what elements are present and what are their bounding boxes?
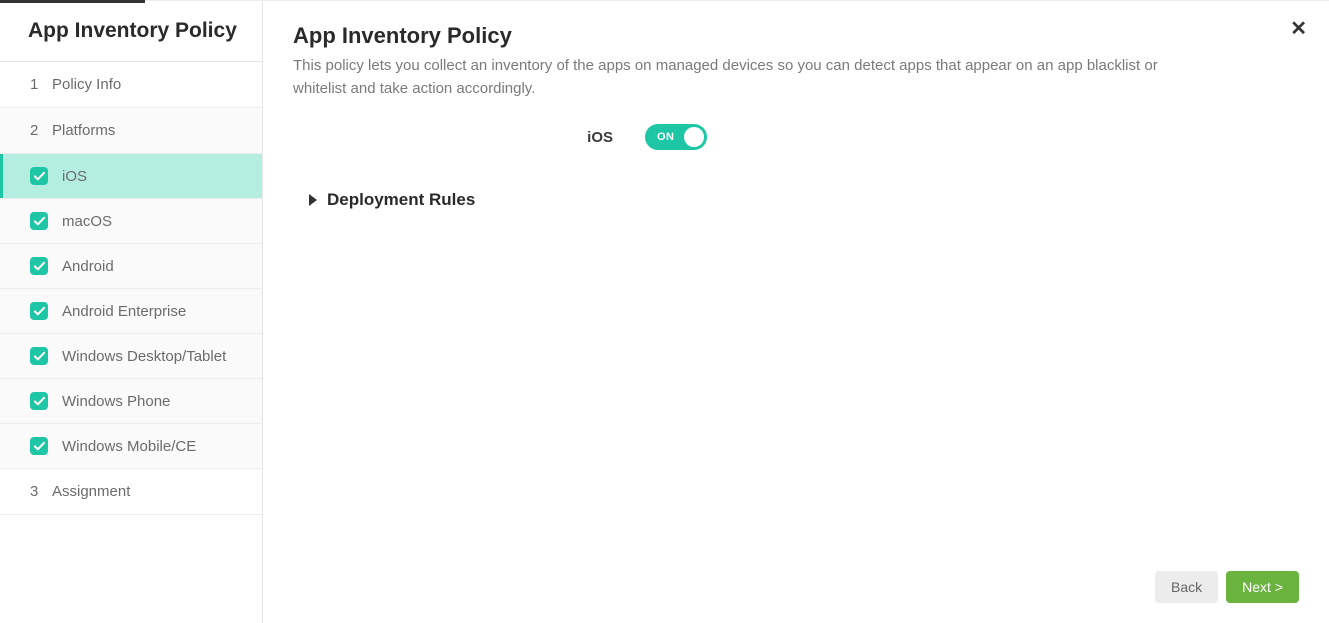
step-number: 3 xyxy=(30,483,42,500)
platform-label: Android Enterprise xyxy=(62,303,186,320)
platform-item-windows-desktop-tablet[interactable]: Windows Desktop/Tablet xyxy=(0,334,262,379)
step-policy-info[interactable]: 1 Policy Info xyxy=(0,62,262,108)
platform-label: Android xyxy=(62,258,114,275)
deployment-rules-toggle[interactable]: Deployment Rules xyxy=(309,190,1299,210)
platform-item-ios[interactable]: iOS xyxy=(0,154,262,199)
platform-item-macos[interactable]: macOS xyxy=(0,199,262,244)
step-label: Assignment xyxy=(52,483,130,500)
platform-label: iOS xyxy=(62,168,87,185)
page-title: App Inventory Policy xyxy=(293,23,1299,49)
toggle-knob xyxy=(684,127,704,147)
step-platforms[interactable]: 2 Platforms xyxy=(0,108,262,154)
checkbox-checked-icon xyxy=(30,392,48,410)
platform-label: macOS xyxy=(62,213,112,230)
footer-actions: Back Next > xyxy=(293,551,1299,603)
sidebar-title: App Inventory Policy xyxy=(0,1,262,61)
checkbox-checked-icon xyxy=(30,167,48,185)
main-content: ✕ App Inventory Policy This policy lets … xyxy=(263,1,1329,623)
platform-label: Windows Desktop/Tablet xyxy=(62,348,226,365)
step-label: Policy Info xyxy=(52,76,121,93)
close-icon[interactable]: ✕ xyxy=(1290,19,1307,39)
page-description: This policy lets you collect an inventor… xyxy=(293,55,1213,100)
platform-item-windows-phone[interactable]: Windows Phone xyxy=(0,379,262,424)
caret-right-icon xyxy=(309,194,317,206)
section-title: Deployment Rules xyxy=(327,190,475,210)
sidebar: App Inventory Policy 1 Policy Info 2 Pla… xyxy=(0,1,263,623)
checkbox-checked-icon xyxy=(30,257,48,275)
step-number: 1 xyxy=(30,76,42,93)
checkbox-checked-icon xyxy=(30,212,48,230)
ios-toggle[interactable]: ON xyxy=(645,124,707,150)
checkbox-checked-icon xyxy=(30,302,48,320)
back-button[interactable]: Back xyxy=(1155,571,1218,603)
platform-label: Windows Mobile/CE xyxy=(62,438,196,455)
checkbox-checked-icon xyxy=(30,347,48,365)
toggle-state-text: ON xyxy=(657,131,675,143)
step-label: Platforms xyxy=(52,122,115,139)
next-button[interactable]: Next > xyxy=(1226,571,1299,603)
checkbox-checked-icon xyxy=(30,437,48,455)
sidebar-title-wrap: App Inventory Policy xyxy=(0,1,262,62)
platform-item-windows-mobile-ce[interactable]: Windows Mobile/CE xyxy=(0,424,262,469)
platform-item-android[interactable]: Android xyxy=(0,244,262,289)
step-assignment[interactable]: 3 Assignment xyxy=(0,469,262,515)
toggle-label: iOS xyxy=(293,129,613,146)
toggle-row: iOS ON xyxy=(293,124,1299,150)
platform-item-android-enterprise[interactable]: Android Enterprise xyxy=(0,289,262,334)
platform-label: Windows Phone xyxy=(62,393,170,410)
step-number: 2 xyxy=(30,122,42,139)
